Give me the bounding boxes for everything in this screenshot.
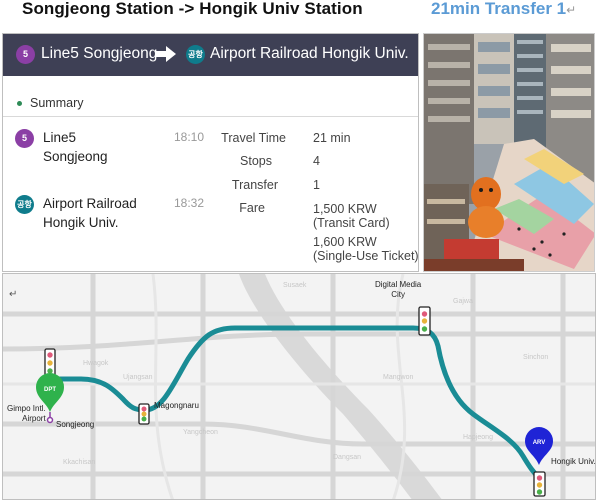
- magongnaru-station-label: Magongnaru: [154, 401, 199, 410]
- transfer-label: Transfer: [231, 178, 278, 192]
- divider: [3, 116, 418, 117]
- fare-single-value: 1,600 KRW: [313, 235, 377, 249]
- stop-origin-name: Line5 Songjeong: [43, 130, 108, 164]
- station-marker-hongik: [533, 471, 546, 497]
- fare-card-note: (Transit Card): [313, 216, 390, 230]
- stops-value: 4: [313, 154, 320, 168]
- han-river: [239, 274, 442, 499]
- summary-heading: Summary: [17, 96, 83, 110]
- route-map: Hwagok Ujangsan Susaek Gajwa Mangwon Sin…: [2, 273, 596, 500]
- hongik-station-label: Hongik Univ.: [551, 457, 596, 466]
- trip-duration-transfer: 21min Transfer 1: [431, 0, 567, 18]
- route-map-canvas: [3, 274, 595, 499]
- travel-time-value: 21 min: [313, 131, 351, 145]
- stops-label: Stops: [240, 154, 272, 168]
- line5-badge: 5: [16, 45, 35, 64]
- dmc-station-label: Digital Media City: [375, 280, 422, 299]
- stop-airport-railroad-badge: 공항: [15, 195, 34, 214]
- route-summary-panel: 5 Line5 Songjeong 공항 Airport Railroad Ho…: [2, 33, 419, 272]
- songjeong-station-label: Songjeong: [56, 420, 95, 429]
- route-bar: 5 Line5 Songjeong 공항 Airport Railroad Ho…: [3, 34, 418, 76]
- arrival-pin-label: ARV: [532, 440, 546, 446]
- return-mark: ↵: [566, 3, 577, 17]
- airport-railroad-badge: 공항: [186, 45, 205, 64]
- origin-station: Line5 Songjeong: [41, 45, 158, 62]
- summary-title: Summary: [30, 96, 84, 110]
- gimpo-airport-label: Gimpo Intl. Airport: [7, 404, 46, 423]
- arrow-right-icon: [156, 46, 176, 62]
- fare-card-value: 1,500 KRW: [313, 202, 377, 216]
- stop-origin-time: 18:10: [174, 130, 205, 144]
- departure-pin-label: DPT: [44, 387, 56, 393]
- station-marker-songjeong: [44, 348, 56, 378]
- stop-line5-badge: 5: [15, 129, 34, 148]
- route-title: Songjeong Station -> Hongik Univ Station: [22, 0, 363, 18]
- trip-meta: 21min Transfer 1↵: [431, 0, 576, 19]
- station-marker-dmc: [418, 306, 431, 336]
- street-photo-image: [424, 34, 594, 271]
- station-marker-magongnaru: [138, 403, 150, 425]
- stop-destination-name: Airport Railroad Hongik Univ.: [43, 196, 137, 230]
- bullet-dot-icon: [17, 101, 22, 107]
- travel-time-label: Travel Time: [221, 131, 286, 145]
- headline: Songjeong Station -> Hongik Univ Station…: [0, 0, 600, 26]
- map-return-mark: ↵: [9, 289, 18, 300]
- background-lines: [3, 274, 595, 499]
- destination-station: Airport Railroad Hongik Univ.: [210, 45, 409, 62]
- transfer-value: 1: [313, 178, 320, 192]
- street-photo: [423, 33, 595, 272]
- fare-single-note: (Single-Use Ticket): [313, 249, 419, 263]
- fare-label: Fare: [239, 201, 265, 215]
